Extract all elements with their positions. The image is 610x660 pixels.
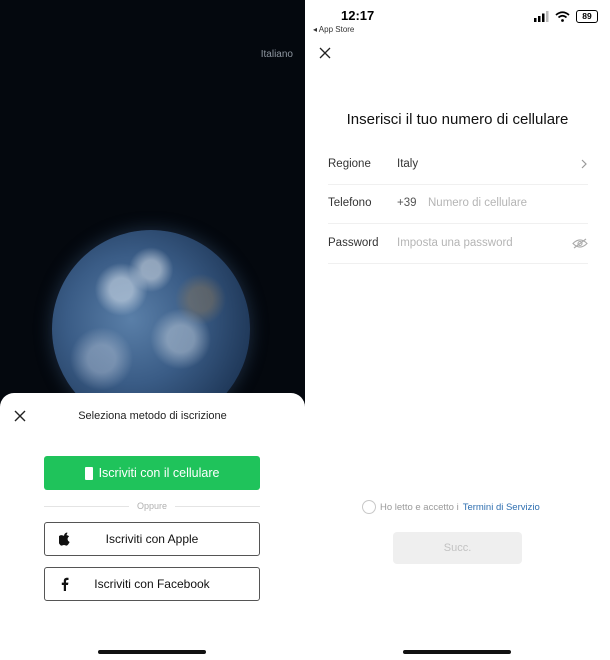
- status-icons: 89: [534, 9, 598, 23]
- password-input[interactable]: Imposta una password: [397, 237, 513, 249]
- eye-off-icon[interactable]: [572, 238, 588, 249]
- terms-checkbox[interactable]: [362, 500, 376, 514]
- language-link[interactable]: Italiano: [261, 49, 293, 60]
- facebook-icon: [61, 577, 69, 591]
- close-icon[interactable]: [319, 47, 331, 59]
- or-divider-text: Oppure: [136, 501, 168, 511]
- password-label: Password: [328, 237, 379, 249]
- signup-method-screen: Italiano Seleziona metodo di iscrizione …: [0, 0, 305, 660]
- signup-method-sheet: Seleziona metodo di iscrizione Iscriviti…: [0, 393, 305, 660]
- status-time: 12:17: [341, 8, 375, 23]
- signal-icon: [534, 10, 549, 22]
- wifi-icon: [555, 10, 570, 22]
- signup-apple-label: Iscriviti con Apple: [105, 532, 199, 546]
- or-divider: Oppure: [44, 499, 260, 513]
- next-button[interactable]: Succ.: [393, 532, 522, 564]
- region-label: Regione: [328, 158, 371, 170]
- divider-line: [175, 505, 260, 507]
- sheet-title: Seleziona metodo di iscrizione: [78, 410, 227, 422]
- signup-facebook-label: Iscriviti con Facebook: [94, 577, 210, 591]
- signup-facebook-button[interactable]: Iscriviti con Facebook: [44, 567, 260, 601]
- back-to-app-store[interactable]: ◂ App Store: [313, 25, 354, 34]
- terms-text: Ho letto e accetto i: [380, 501, 459, 513]
- home-indicator: [403, 650, 511, 654]
- battery-icon: 89: [576, 9, 598, 23]
- country-code-prefix[interactable]: +39: [397, 197, 417, 209]
- phone-icon: [84, 466, 93, 480]
- region-selector[interactable]: Regione Italy: [328, 146, 588, 185]
- region-value: Italy: [397, 158, 419, 170]
- phone-field[interactable]: Telefono +39 Numero di cellulare: [328, 185, 588, 224]
- phone-input[interactable]: Numero di cellulare: [428, 197, 527, 209]
- terms-link[interactable]: Termini di Servizio: [463, 502, 540, 513]
- chevron-right-icon: [581, 159, 587, 169]
- phone-signup-screen: 12:17 ◂ App Store 89 Inserisci il tuo nu…: [305, 0, 610, 660]
- page-title: Inserisci il tuo numero di cellulare: [346, 111, 569, 128]
- apple-icon: [59, 532, 70, 546]
- terms-agreement: Ho letto e accetto i Termini di Servizio: [362, 500, 540, 514]
- home-indicator: [98, 650, 206, 654]
- signup-phone-button[interactable]: Iscriviti con il cellulare: [44, 456, 260, 490]
- signup-apple-button[interactable]: Iscriviti con Apple: [44, 522, 260, 556]
- phone-label: Telefono: [328, 197, 372, 209]
- divider-line: [44, 505, 129, 507]
- signup-phone-label: Iscriviti con il cellulare: [98, 466, 220, 480]
- password-field[interactable]: Password Imposta una password: [328, 225, 588, 264]
